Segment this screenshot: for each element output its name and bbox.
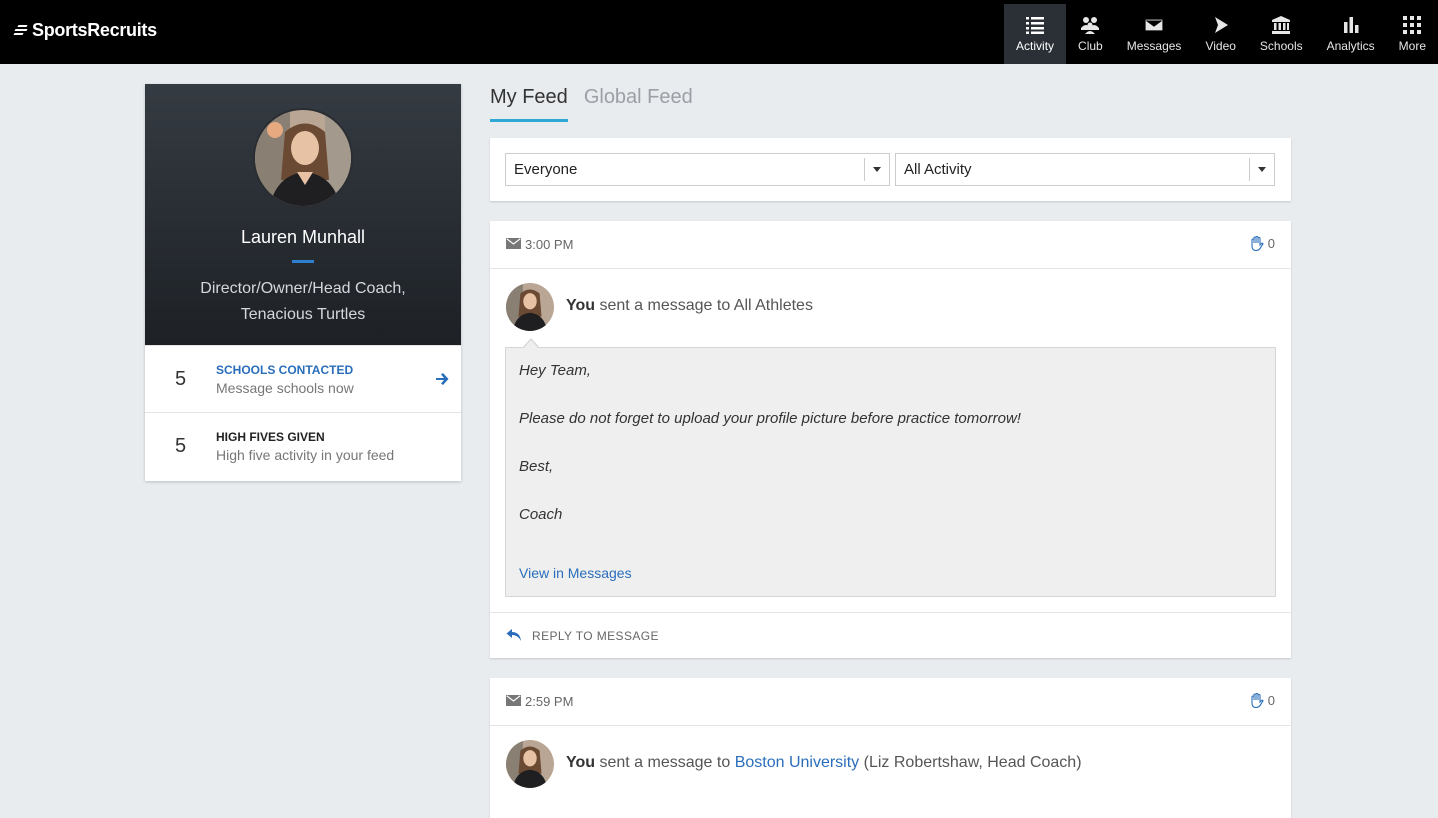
profile-photo — [255, 110, 351, 206]
hand-icon — [1251, 693, 1264, 708]
bar-chart-icon — [1343, 16, 1359, 33]
stat-count: 5 — [174, 367, 187, 390]
nav-label-more: More — [1398, 38, 1426, 53]
stat-label: HIGH FIVES GIVEN — [216, 429, 325, 444]
message-line: Coach — [519, 506, 563, 523]
action-text: sent a message to All Athletes — [599, 297, 813, 314]
profile-name: Lauren Munhall — [240, 227, 366, 247]
feed-item: 3:00 PM 0 You sent a message to All Athl… — [490, 221, 1291, 658]
profile-card: Lauren Munhall Director/Owner/Head Coach… — [145, 84, 461, 481]
feed-item-header: 2:59 PM 0 — [490, 678, 1291, 726]
high-five-button[interactable]: 0 — [1249, 236, 1275, 251]
profile-header: Lauren Munhall Director/Owner/Head Coach… — [145, 84, 461, 345]
nav-label-analytics: Analytics — [1326, 38, 1375, 53]
feed-item-header: 3:00 PM 0 — [490, 221, 1291, 269]
nav-label-club: Club — [1078, 38, 1103, 53]
nav-item-analytics[interactable]: Analytics — [1315, 4, 1387, 64]
profile-title: Director/Owner/Head Coach, Tenacious Tur… — [145, 276, 461, 328]
school-icon — [1272, 15, 1291, 34]
nav-item-messages[interactable]: Messages — [1115, 4, 1194, 64]
feed-item-time: 3:00 PM — [525, 237, 574, 252]
grid-icon — [1403, 15, 1422, 34]
message-line: Please do not forget to upload your prof… — [519, 410, 1021, 427]
feed-item-summary: You sent a message to Boston University … — [490, 726, 1291, 804]
caret-down-icon — [864, 158, 889, 181]
top-navigation-bar: SportsRecruits Activity Club Messages Vi… — [0, 0, 1438, 64]
nav-item-video[interactable]: Video — [1193, 4, 1247, 64]
profile-title-line2: Tenacious Turtles — [240, 306, 366, 323]
tab-global-feed[interactable]: Global Feed — [584, 84, 693, 122]
hand-icon — [1251, 236, 1264, 251]
feed-item: 2:59 PM 0 You sent a message to Boston U… — [490, 678, 1291, 818]
message-line: Best, — [519, 458, 554, 475]
stat-schools-contacted[interactable]: 5 SCHOOLS CONTACTED Message schools now — [145, 345, 461, 412]
message-line: Hey Team, — [519, 362, 591, 379]
tab-my-feed[interactable]: My Feed — [490, 84, 568, 122]
profile-photo — [506, 740, 554, 788]
reply-to-message-button[interactable]: REPLY TO MESSAGE — [490, 612, 1291, 656]
nav-item-activity[interactable]: Activity — [1004, 4, 1067, 64]
envelope-icon — [506, 238, 521, 249]
recipient-link[interactable]: Boston University — [735, 754, 860, 771]
feed-item-text: You sent a message to Boston University … — [566, 754, 1082, 772]
feed-item-summary: You sent a message to All Athletes — [490, 269, 1291, 347]
stat-count: 5 — [174, 434, 187, 457]
caret-down-icon — [1249, 158, 1274, 181]
feed-filters: Everyone All Activity — [490, 138, 1291, 201]
stat-label: SCHOOLS CONTACTED — [216, 362, 354, 377]
high-five-count: 0 — [1267, 236, 1275, 251]
group-icon — [1081, 16, 1100, 34]
main-nav: Activity Club Messages Video Schools Ana… — [1004, 4, 1438, 64]
actor-name: You — [566, 754, 596, 771]
profile-photo — [506, 283, 554, 331]
audience-select[interactable]: Everyone — [505, 153, 890, 186]
avatar[interactable] — [506, 740, 554, 788]
stat-sub: Message schools now — [216, 379, 354, 396]
stat-sub: High five activity in your feed — [216, 446, 395, 463]
brand-name: SportsRecruits — [32, 19, 157, 40]
nav-item-club[interactable]: Club — [1066, 4, 1115, 64]
feed-tabs: My Feed Global Feed — [490, 84, 709, 122]
view-in-messages-link[interactable]: View in Messages — [519, 565, 632, 581]
list-icon — [1026, 16, 1045, 34]
message-body: Hey Team, Please do not forget to upload… — [505, 338, 1276, 597]
stat-high-fives-given[interactable]: 5 HIGH FIVES GIVEN High five activity in… — [145, 412, 461, 479]
logo-mark-icon — [13, 23, 30, 37]
play-icon — [1214, 16, 1228, 33]
profile-title-line1: Director/Owner/Head Coach, — [200, 280, 406, 297]
nav-label-activity: Activity — [1016, 38, 1055, 53]
arrow-right-icon[interactable] — [435, 372, 449, 386]
audience-select-value: Everyone — [514, 161, 578, 178]
activity-select-value: All Activity — [904, 161, 972, 178]
avatar[interactable] — [253, 108, 353, 208]
activity-select[interactable]: All Activity — [895, 153, 1275, 186]
reply-icon — [506, 629, 521, 641]
nav-item-schools[interactable]: Schools — [1248, 4, 1315, 64]
nav-label-video: Video — [1205, 38, 1236, 53]
high-five-button[interactable]: 0 — [1249, 693, 1275, 708]
feed-item-time: 2:59 PM — [525, 694, 574, 709]
action-text: sent a message to — [599, 754, 731, 771]
avatar[interactable] — [506, 283, 554, 331]
name-underline — [292, 260, 314, 263]
nav-item-more[interactable]: More — [1387, 4, 1438, 64]
feed-item-text: You sent a message to All Athletes — [566, 297, 813, 315]
nav-label-messages: Messages — [1126, 38, 1182, 53]
high-five-count: 0 — [1267, 693, 1275, 708]
envelope-icon — [1145, 17, 1164, 32]
envelope-icon — [506, 695, 521, 706]
actor-name: You — [566, 297, 596, 314]
recipient-detail: (Liz Robertshaw, Head Coach) — [863, 754, 1082, 771]
sportsrecruits-logo[interactable]: SportsRecruits — [13, 16, 157, 44]
nav-label-schools: Schools — [1259, 38, 1303, 53]
reply-label: REPLY TO MESSAGE — [532, 629, 659, 643]
